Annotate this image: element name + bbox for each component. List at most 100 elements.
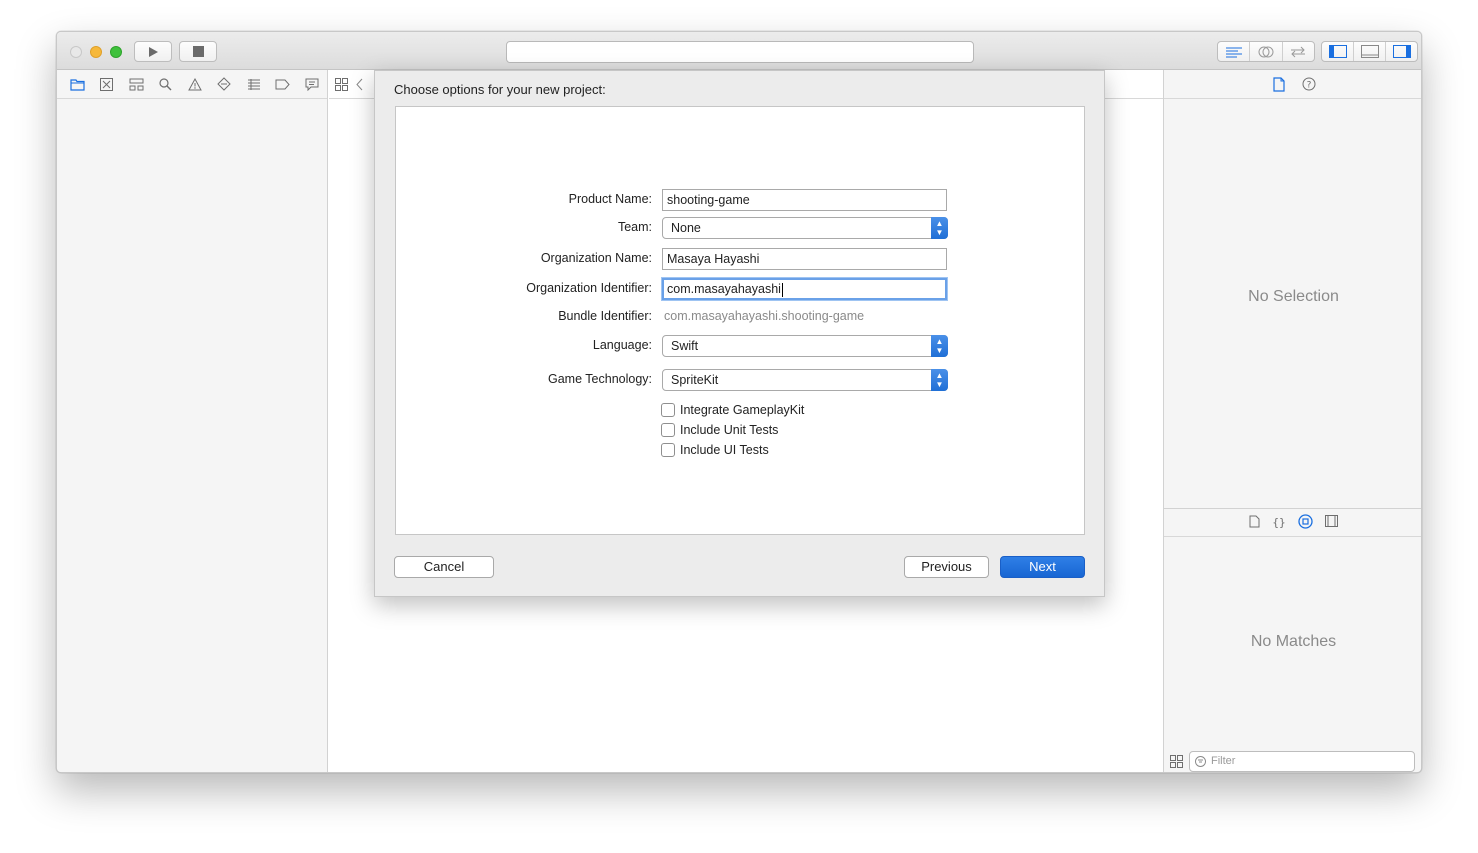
- game-technology-popup[interactable]: SpriteKit ▲ ▼: [662, 369, 948, 391]
- organization-name-row: Organization Name: Masaya Hayashi: [396, 248, 1084, 270]
- svg-text:{}: {}: [1272, 516, 1285, 528]
- language-popup[interactable]: Swift ▲ ▼: [662, 335, 948, 357]
- project-navigator-tab[interactable]: [63, 70, 92, 99]
- filter-icon: [1195, 755, 1206, 767]
- include-ui-tests-label: Include UI Tests: [680, 443, 769, 457]
- toggle-debug-area-button[interactable]: [1354, 42, 1386, 61]
- team-label: Team:: [617, 220, 652, 234]
- team-popup[interactable]: None ▲ ▼: [662, 217, 948, 239]
- code-snippet-library-tab[interactable]: {}: [1272, 515, 1286, 531]
- bundle-identifier-row: Bundle Identifier: com.masayahayashi.sho…: [396, 306, 1084, 328]
- organization-name-field[interactable]: Masaya Hayashi: [662, 248, 947, 270]
- game-technology-label: Game Technology:: [548, 372, 652, 386]
- next-button[interactable]: Next: [1000, 556, 1085, 578]
- file-icon: [1272, 76, 1285, 92]
- text-caret: [781, 282, 783, 297]
- symbol-navigator-tab[interactable]: [122, 70, 151, 99]
- product-name-row: Product Name: shooting-game: [396, 189, 1084, 211]
- source-control-navigator-tab[interactable]: [92, 70, 121, 99]
- run-button[interactable]: [134, 41, 172, 62]
- language-label: Language:: [592, 338, 652, 352]
- integrate-gameplaykit-checkbox[interactable]: [661, 403, 675, 417]
- film-icon: [1325, 515, 1338, 527]
- toolbar: [57, 32, 1421, 70]
- media-library-tab[interactable]: [1325, 515, 1338, 530]
- include-ui-tests-checkbox[interactable]: [661, 443, 675, 457]
- assistant-editor-icon: [1258, 46, 1274, 57]
- test-icon: [217, 77, 232, 91]
- back-chevron-icon[interactable]: [356, 78, 364, 91]
- warning-icon: [188, 77, 202, 90]
- sheet-title: Choose options for your new project:: [394, 82, 606, 97]
- version-editor-icon: [1291, 46, 1306, 57]
- integrate-gameplaykit-option[interactable]: Integrate GameplayKit: [661, 401, 804, 419]
- toggle-inspector-button[interactable]: [1386, 42, 1417, 61]
- navigator-selector-bar: [57, 70, 327, 99]
- source-control-icon: [100, 77, 114, 91]
- report-icon: [305, 78, 319, 91]
- new-project-sheet: Choose options for your new project: Pro…: [374, 70, 1105, 597]
- close-window-button[interactable]: [70, 46, 82, 58]
- navigator-panel: [57, 70, 328, 772]
- issue-navigator-tab[interactable]: [180, 70, 209, 99]
- breakpoint-icon: [275, 79, 291, 89]
- organization-identifier-field[interactable]: com.masayahayashi: [662, 278, 947, 300]
- inspector-selector-bar: ?: [1164, 70, 1421, 99]
- view-toggle-control: [1321, 41, 1418, 62]
- include-unit-tests-option[interactable]: Include Unit Tests: [661, 421, 778, 439]
- debug-navigator-tab[interactable]: [239, 70, 268, 99]
- grid-view-icon[interactable]: [1170, 754, 1183, 768]
- test-navigator-tab[interactable]: [210, 70, 239, 99]
- breakpoint-navigator-tab[interactable]: [268, 70, 297, 99]
- help-icon: ?: [1302, 77, 1315, 91]
- assistant-editor-button[interactable]: [1250, 42, 1283, 61]
- file-template-icon: [1249, 515, 1260, 527]
- find-navigator-tab[interactable]: [151, 70, 180, 99]
- include-unit-tests-label: Include Unit Tests: [680, 423, 779, 437]
- organization-identifier-label: Organization Identifier:: [526, 281, 652, 295]
- game-technology-row: Game Technology: SpriteKit ▲ ▼: [396, 369, 1084, 391]
- no-matches-label: No Matches: [1250, 633, 1337, 650]
- object-library-tab[interactable]: [1298, 513, 1313, 532]
- quick-help-tab[interactable]: ?: [1300, 75, 1318, 93]
- options-panel: Product Name: shooting-game Team: None ▲…: [395, 106, 1085, 535]
- game-technology-value: SpriteKit: [671, 373, 719, 387]
- team-value: None: [671, 221, 701, 235]
- version-editor-button[interactable]: [1283, 42, 1314, 61]
- language-value: Swift: [671, 339, 699, 353]
- popup-arrows-icon: ▲ ▼: [931, 217, 948, 239]
- activity-viewer: [506, 41, 974, 63]
- include-ui-tests-option[interactable]: Include UI Tests: [661, 441, 769, 459]
- team-row: Team: None ▲ ▼: [396, 217, 1084, 239]
- no-selection-label: No Selection: [1248, 288, 1339, 305]
- search-icon: [159, 77, 172, 90]
- symbol-icon: [129, 78, 144, 90]
- object-library-icon: [1298, 513, 1313, 529]
- previous-button[interactable]: Previous: [904, 556, 989, 578]
- report-navigator-tab[interactable]: [298, 70, 327, 99]
- include-unit-tests-checkbox[interactable]: [661, 423, 675, 437]
- standard-editor-icon: [1225, 47, 1242, 57]
- filter-placeholder: Filter: [1211, 755, 1236, 767]
- minimize-window-button[interactable]: [90, 46, 102, 58]
- popup-arrows-icon: ▲ ▼: [931, 369, 948, 391]
- standard-editor-button[interactable]: [1218, 42, 1251, 61]
- stop-button[interactable]: [179, 41, 217, 62]
- play-icon: [149, 46, 158, 57]
- toggle-navigator-button[interactable]: [1322, 42, 1354, 61]
- file-template-library-tab[interactable]: [1249, 515, 1260, 531]
- language-row: Language: Swift ▲ ▼: [396, 335, 1084, 357]
- bundle-identifier-value: com.masayahayashi.shooting-game: [664, 309, 865, 323]
- library-selector-bar: {}: [1164, 508, 1421, 537]
- library-filter-input[interactable]: Filter: [1189, 750, 1415, 772]
- file-inspector-tab[interactable]: [1270, 75, 1288, 93]
- organization-name-label: Organization Name:: [540, 251, 652, 265]
- braces-icon: {}: [1272, 516, 1285, 529]
- product-name-field[interactable]: shooting-game: [662, 189, 947, 211]
- popup-arrows-icon: ▲ ▼: [931, 335, 948, 357]
- related-items-icon[interactable]: [335, 77, 348, 91]
- maximize-window-button[interactable]: [110, 46, 122, 58]
- inspector-panel: ? No Selection {} No Matches Filter: [1163, 70, 1421, 772]
- bottom-panel-icon: [1360, 45, 1379, 58]
- cancel-button[interactable]: Cancel: [394, 556, 494, 578]
